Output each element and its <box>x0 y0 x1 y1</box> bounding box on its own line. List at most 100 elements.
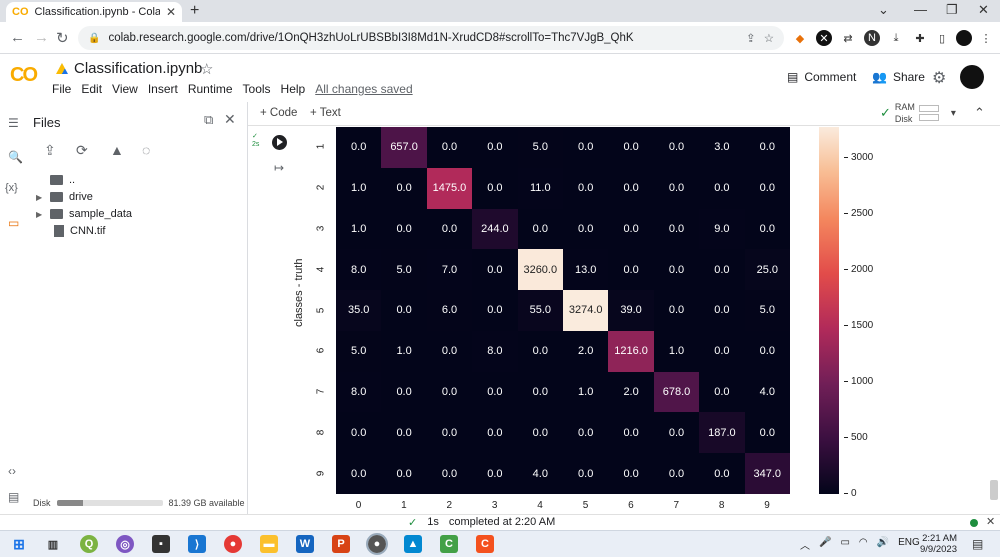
forward-icon[interactable]: → <box>34 29 49 46</box>
task-view-icon[interactable]: ▥ <box>44 535 62 553</box>
extensions-puzzle-icon[interactable]: ✚ <box>912 30 928 46</box>
app-green-icon[interactable]: C <box>440 535 458 553</box>
colorbar-tick-label: 1000 <box>844 376 873 387</box>
collapse-header-icon[interactable]: ⌃ <box>974 105 985 121</box>
menu-runtime[interactable]: Runtime <box>188 82 233 96</box>
close-tab-icon[interactable]: ✕ <box>166 5 176 19</box>
comment-button[interactable]: ▤ Comment <box>787 70 856 84</box>
menu-insert[interactable]: Insert <box>148 82 178 96</box>
heatmap-cell: 8.0 <box>336 371 382 413</box>
table-of-contents-icon[interactable]: ☰ <box>8 116 19 130</box>
vscode-icon[interactable]: ⟩ <box>188 535 206 553</box>
app-purple-icon[interactable]: ◎ <box>116 535 134 553</box>
metamask-icon[interactable]: ◆ <box>792 30 808 46</box>
file-row-drive[interactable]: ▶ drive <box>36 191 93 203</box>
hide-files-icon[interactable]: ◌ <box>142 142 150 158</box>
app-orange-icon[interactable]: C <box>476 535 494 553</box>
battery-icon[interactable]: ▭ <box>840 537 849 552</box>
account-avatar[interactable] <box>960 65 984 89</box>
new-tab-icon[interactable]: + <box>190 2 199 20</box>
language-indicator[interactable]: ENG <box>898 537 920 552</box>
ram-disk-indicator[interactable]: ✓ RAM Disk ▾ <box>880 102 956 124</box>
tab-search-icon[interactable]: ⌄ <box>878 2 889 18</box>
chrome-active-icon[interactable]: ● <box>366 533 388 555</box>
terminal-icon[interactable]: ▤ <box>8 490 19 504</box>
menu-edit[interactable]: Edit <box>81 82 102 96</box>
add-code-button[interactable]: + Code <box>260 107 297 119</box>
notebook-title[interactable]: Classification.ipynb <box>74 60 202 77</box>
heatmap-cell: 4.0 <box>517 453 563 494</box>
runtime-dropdown-icon[interactable]: ▾ <box>951 108 956 119</box>
terminal-app-icon[interactable]: ▪ <box>152 535 170 553</box>
heatmap-cell: 4.0 <box>744 371 790 413</box>
mount-drive-icon[interactable]: ▲ <box>110 142 124 158</box>
expand-caret-icon[interactable]: ▶ <box>36 193 44 202</box>
add-text-button[interactable]: + Text <box>310 107 341 119</box>
back-icon[interactable]: ← <box>10 29 25 46</box>
qgis-icon[interactable]: Q <box>80 535 98 553</box>
close-panel-icon[interactable]: ✕ <box>224 111 236 128</box>
microphone-icon[interactable]: 🎤 <box>819 537 831 552</box>
heatmap-cell: 0.0 <box>744 127 790 168</box>
row-tick-label: 7 <box>315 388 327 395</box>
file-explorer-icon[interactable]: ▬ <box>260 535 278 553</box>
extension-x-icon[interactable]: ✕ <box>816 30 832 46</box>
close-status-icon[interactable]: ✕ <box>986 515 995 528</box>
code-snippets-icon[interactable]: ‹› <box>8 464 16 478</box>
browser-menu-icon[interactable]: ⋮ <box>978 30 994 46</box>
network-icon[interactable]: ◠ <box>859 537 868 552</box>
search-icon[interactable]: 🔍 <box>8 150 23 164</box>
heatmap-cell: 0.0 <box>426 412 473 454</box>
menu-file[interactable]: File <box>52 82 71 96</box>
output-actions-icon[interactable]: ↦ <box>274 161 284 175</box>
extension-translate-icon[interactable]: ⇄ <box>840 30 856 46</box>
execution-status[interactable]: ✓ 1s completed at 2:20 AM <box>408 516 555 529</box>
url-field[interactable]: 🔒 colab.research.google.com/drive/1OnQH3… <box>78 26 784 50</box>
extension-n-icon[interactable]: N <box>864 30 880 46</box>
heatmap-cell: 13.0 <box>563 249 609 291</box>
run-cell-button[interactable] <box>272 135 287 150</box>
file-row-sample-data[interactable]: ▶ sample_data <box>36 208 132 220</box>
menu-view[interactable]: View <box>112 82 138 96</box>
reload-icon[interactable]: ↻ <box>56 29 69 47</box>
heatmap-cell: 39.0 <box>608 290 654 331</box>
side-panel-icon[interactable]: ▯ <box>934 30 950 46</box>
browser-tab[interactable]: CO Classification.ipynb - Colaborato ✕ <box>6 2 182 22</box>
save-status-link[interactable]: All changes saved <box>315 82 412 96</box>
files-folder-icon[interactable]: ▭ <box>8 216 19 230</box>
page-scrollbar[interactable] <box>990 480 998 500</box>
profile-avatar[interactable] <box>956 30 972 46</box>
open-in-tab-icon[interactable]: ⧉ <box>204 112 213 128</box>
extension-download-icon[interactable]: ⤓ <box>888 30 904 46</box>
photos-icon[interactable]: ▲ <box>404 535 422 553</box>
upload-icon[interactable]: ⇪ <box>44 142 56 159</box>
volume-icon[interactable]: 🔊 <box>877 537 889 552</box>
variables-icon[interactable]: {x} <box>5 182 18 194</box>
file-row-parent[interactable]: .. <box>36 174 75 186</box>
menu-tools[interactable]: Tools <box>243 82 271 96</box>
heatmap-cell: 0.0 <box>517 208 563 250</box>
word-icon[interactable]: W <box>296 535 314 553</box>
maximize-icon[interactable]: ❐ <box>946 2 958 18</box>
windows-start-icon[interactable]: ⊞ <box>10 535 28 553</box>
close-window-icon[interactable]: ✕ <box>978 2 989 18</box>
share-page-icon[interactable]: ⇪ <box>746 31 756 45</box>
connected-check-icon: ✓ <box>880 105 891 120</box>
refresh-icon[interactable]: ⟳ <box>76 142 88 159</box>
expand-caret-icon[interactable]: ▶ <box>36 210 44 219</box>
colab-logo[interactable]: CO <box>10 64 38 87</box>
tray-chevron-icon[interactable]: ︿ <box>800 537 810 552</box>
files-panel-title: Files <box>33 115 61 130</box>
chrome-icon[interactable]: ● <box>224 535 242 553</box>
settings-gear-icon[interactable]: ⚙ <box>932 68 946 88</box>
minimize-icon[interactable]: — <box>914 2 927 17</box>
file-row-cnn-tif[interactable]: CNN.tif <box>36 225 105 237</box>
powerpoint-icon[interactable]: P <box>332 535 350 553</box>
star-notebook-icon[interactable]: ☆ <box>200 60 213 78</box>
menu-help[interactable]: Help <box>281 82 306 96</box>
share-button[interactable]: 👥 Share <box>872 70 925 84</box>
bookmark-star-icon[interactable]: ☆ <box>764 31 774 45</box>
notifications-icon[interactable]: ▤ <box>972 537 983 551</box>
colorbar-tick-label: 0 <box>844 488 857 499</box>
clock[interactable]: 2:21 AM 9/9/2023 <box>920 533 957 555</box>
